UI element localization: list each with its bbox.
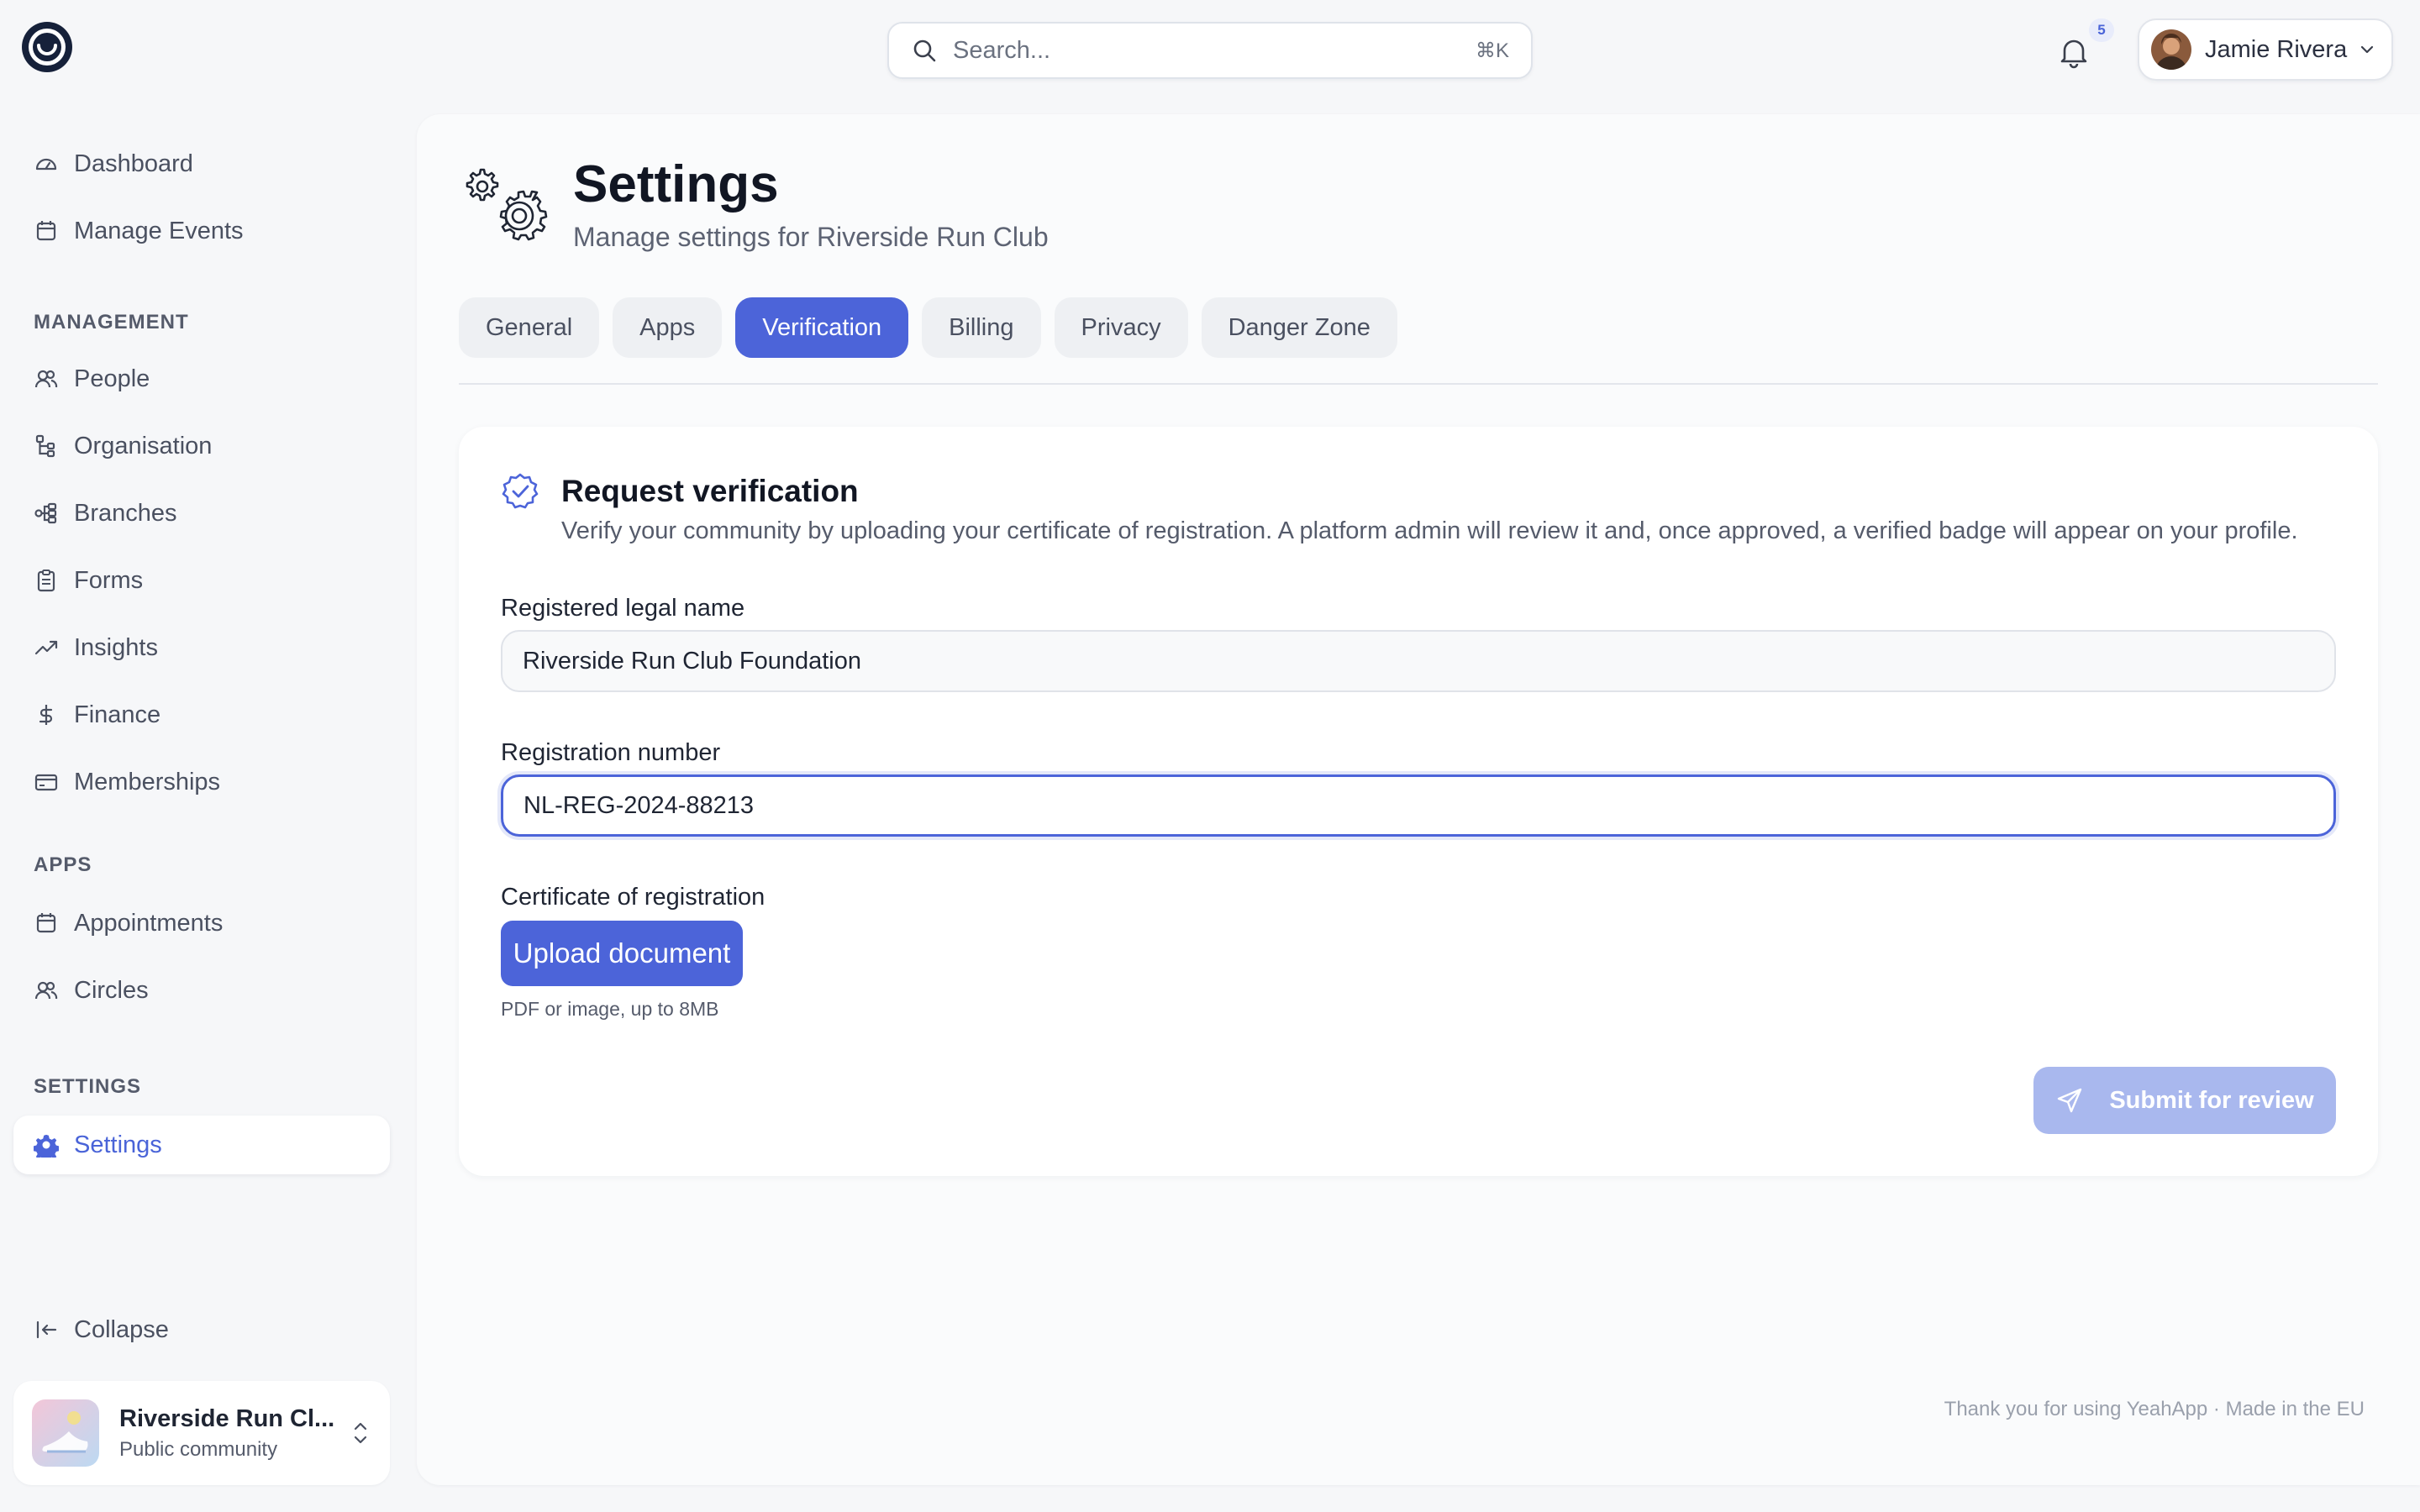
gears-icon [457, 165, 556, 245]
bell-icon[interactable] [2055, 34, 2092, 71]
card-icon [34, 769, 59, 795]
send-icon [2055, 1086, 2084, 1115]
sidebar-item-forms[interactable]: Forms [13, 551, 390, 610]
sidebar-item-manage-events[interactable]: Manage Events [13, 202, 390, 260]
branches-icon [34, 501, 59, 526]
sidebar-item-label: Organisation [74, 432, 213, 459]
legal-name-field[interactable]: Riverside Run Club Foundation [501, 630, 2336, 692]
sidebar-item-insights[interactable]: Insights [13, 618, 390, 677]
card-description: Verify your community by uploading your … [561, 517, 2298, 544]
section-label-management: MANAGEMENT [34, 311, 189, 333]
tab-apps[interactable]: Apps [613, 297, 723, 358]
page-title: Settings [573, 155, 779, 213]
sidebar-item-label: Settings [74, 1131, 162, 1158]
settings-tabs: General Apps Verification Billing Privac… [459, 297, 1397, 358]
tab-verification[interactable]: Verification [735, 297, 909, 358]
sidebar-item-label: Forms [74, 566, 144, 594]
sidebar-item-label: Dashboard [74, 150, 193, 177]
dollar-icon [34, 702, 59, 727]
verified-badge-icon [501, 472, 539, 511]
clipboard-icon [34, 568, 59, 593]
submit-for-review-button[interactable]: Submit for review [2033, 1067, 2336, 1134]
chevron-up-down-icon [350, 1416, 371, 1450]
collapse-icon [34, 1317, 59, 1342]
sidebar-item-label: Circles [74, 976, 149, 1004]
collapse-button[interactable]: Collapse [13, 1300, 390, 1359]
tab-danger-zone[interactable]: Danger Zone [1201, 297, 1397, 358]
registration-number-field[interactable]: NL-REG-2024-88213 [501, 774, 2336, 837]
sidebar-item-label: Finance [74, 701, 161, 728]
org-tree-icon [34, 433, 59, 459]
search-placeholder: Search... [953, 36, 1051, 64]
registration-number-label: Registration number [501, 739, 721, 766]
sidebar-item-finance[interactable]: Finance [13, 685, 390, 744]
sidebar-item-label: Insights [74, 633, 158, 661]
user-name: Jamie Rivera [2205, 35, 2348, 63]
sidebar-item-label: Manage Events [74, 217, 244, 244]
chevron-down-icon [2358, 40, 2376, 59]
gear-icon [34, 1132, 59, 1158]
org-name: Riverside Run Cl... [119, 1404, 335, 1432]
sidebar-item-organisation[interactable]: Organisation [13, 417, 390, 475]
sidebar-item-settings[interactable]: Settings [13, 1116, 390, 1174]
search-bar[interactable]: Search... ⌘K [887, 22, 1533, 79]
trending-up-icon [34, 635, 59, 660]
people-icon [34, 978, 59, 1003]
upload-document-button[interactable]: Upload document [501, 921, 743, 986]
tab-general[interactable]: General [459, 297, 600, 358]
sidebar-item-label: Memberships [74, 768, 221, 795]
dashboard-icon [34, 151, 59, 176]
search-shortcut: ⌘K [1475, 39, 1509, 62]
search-icon [911, 37, 938, 64]
sidebar-item-memberships[interactable]: Memberships [13, 753, 390, 811]
sidebar-item-label: Branches [74, 499, 177, 527]
section-label-apps: APPS [34, 853, 92, 876]
sidebar-item-label: Appointments [74, 909, 224, 937]
org-type: Public community [119, 1437, 278, 1461]
sidebar-item-people[interactable]: People [13, 349, 390, 408]
notification-badge: 5 [2089, 18, 2114, 42]
org-avatar [32, 1399, 99, 1467]
sidebar-item-dashboard[interactable]: Dashboard [13, 134, 390, 193]
app-logo[interactable] [20, 20, 74, 74]
calendar-icon [34, 218, 59, 244]
page-subtitle: Manage settings for Riverside Run Club [573, 222, 1049, 252]
footer-note: Thank you for using YeahApp · Made in th… [1944, 1398, 2365, 1420]
legal-name-label: Registered legal name [501, 595, 745, 622]
submit-label: Submit for review [2109, 1086, 2314, 1114]
sidebar-item-appointments[interactable]: Appointments [13, 894, 390, 953]
section-label-settings: SETTINGS [34, 1075, 142, 1098]
sidebar-item-branches[interactable]: Branches [13, 484, 390, 543]
sidebar-item-circles[interactable]: Circles [13, 961, 390, 1020]
avatar [2151, 29, 2191, 70]
sidebar-item-label: People [74, 365, 150, 392]
certificate-label: Certificate of registration [501, 884, 765, 911]
upload-hint: PDF or image, up to 8MB [501, 998, 719, 1020]
tab-privacy[interactable]: Privacy [1054, 297, 1188, 358]
tab-billing[interactable]: Billing [922, 297, 1041, 358]
people-icon [34, 366, 59, 391]
divider [459, 383, 2378, 385]
user-menu[interactable]: Jamie Rivera [2138, 18, 2393, 81]
org-switcher[interactable]: Riverside Run Cl... Public community [13, 1381, 390, 1485]
card-title: Request verification [561, 474, 859, 508]
collapse-label: Collapse [74, 1315, 169, 1343]
calendar-icon [34, 911, 59, 936]
